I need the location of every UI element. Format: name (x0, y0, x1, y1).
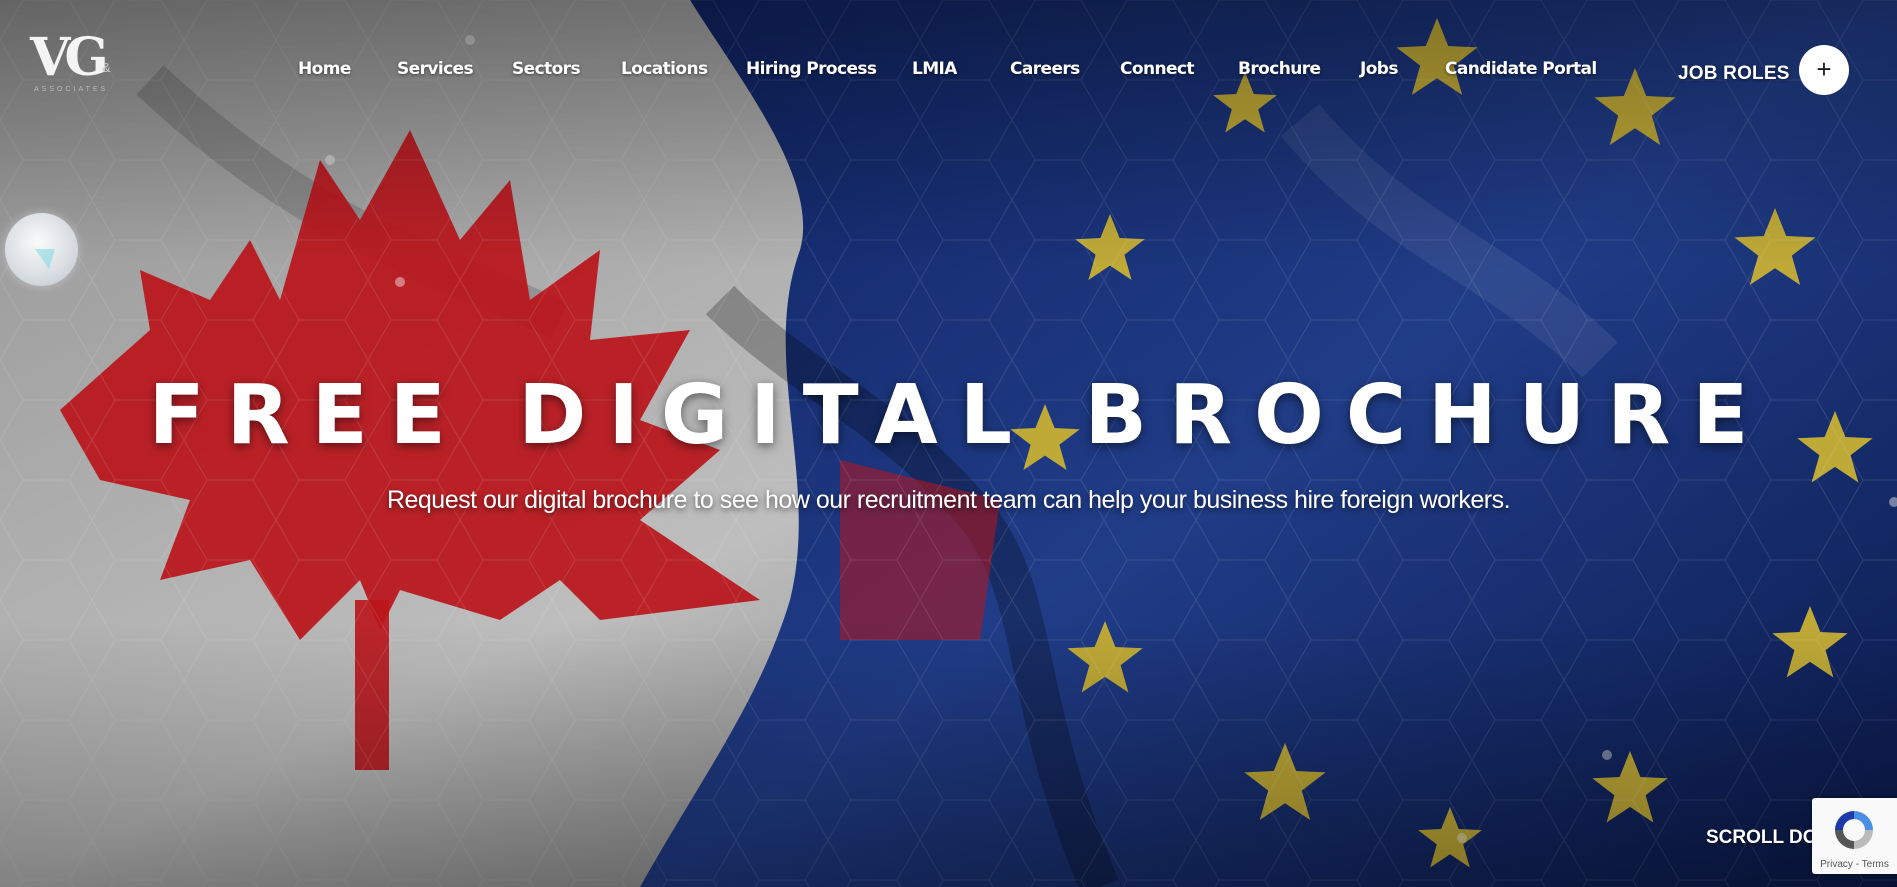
job-roles-link[interactable]: JOB ROLES (1678, 62, 1790, 86)
recaptcha-icon (1835, 811, 1873, 849)
nav-lmia[interactable]: LMIA (912, 57, 957, 81)
nav-careers[interactable]: Careers (1010, 57, 1080, 81)
nav-brochure[interactable]: Brochure (1238, 57, 1321, 81)
side-widget-circle[interactable] (5, 213, 78, 286)
logo-subtitle: ASSOCIATES (34, 86, 109, 93)
nav-jobs[interactable]: Jobs (1360, 57, 1399, 81)
site-logo[interactable]: VG & ASSOCIATES (30, 32, 120, 94)
recaptcha-links[interactable]: Privacy - Terms (1812, 859, 1897, 870)
nav-locations[interactable]: Locations (621, 57, 708, 81)
hero-title: FREE DIGITAL BROCHURE (148, 368, 1771, 463)
job-roles-plus-button[interactable]: + (1799, 45, 1849, 95)
hero-subtitle: Request our digital brochure to see how … (386, 486, 1511, 514)
nav-hiring-process[interactable]: Hiring Process (746, 57, 877, 81)
logo-ampersand: & (102, 60, 111, 75)
nav-home[interactable]: Home (298, 57, 351, 81)
nav-candidate-portal[interactable]: Candidate Portal (1445, 57, 1597, 81)
logo-mark: VG (30, 27, 109, 88)
nav-connect[interactable]: Connect (1120, 57, 1195, 81)
recaptcha-badge[interactable]: Privacy - Terms (1812, 798, 1897, 874)
nav-services[interactable]: Services (397, 57, 474, 81)
nav-sectors[interactable]: Sectors (512, 57, 581, 81)
